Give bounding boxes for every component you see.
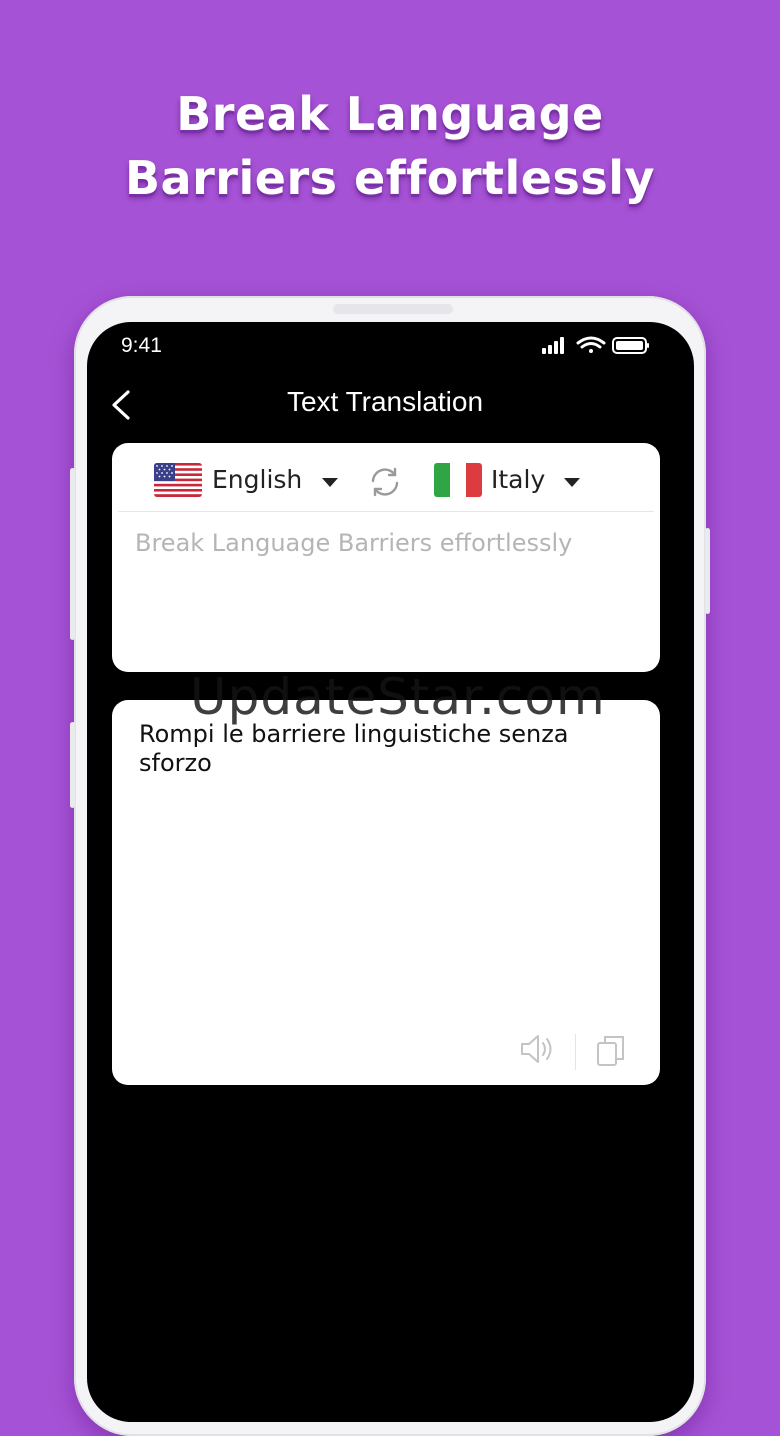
phone-speaker-slot	[333, 304, 453, 314]
source-language-label[interactable]: English	[212, 465, 302, 494]
language-selector-row: English Italy	[112, 443, 660, 513]
phone-side-button	[70, 722, 75, 808]
chevron-left-icon[interactable]	[108, 388, 136, 422]
page-title: Text Translation	[286, 386, 484, 417]
headline-line-1: Break Language	[176, 87, 604, 141]
copy-icon[interactable]	[596, 1034, 626, 1068]
status-time: 9:41	[121, 334, 162, 357]
translation-text: Rompi le barriere linguistiche senza sfo…	[139, 720, 569, 777]
translation-card: Rompi le barriere linguistiche senza sfo…	[112, 700, 660, 1085]
target-language-dropdown-icon[interactable]	[564, 478, 580, 487]
italy-flag-icon[interactable]	[434, 463, 482, 497]
status-icons	[542, 336, 649, 354]
source-text-input[interactable]: Break Language Barriers effortlessly	[135, 529, 572, 557]
action-divider	[575, 1034, 576, 1070]
signal-icon	[542, 337, 564, 354]
us-flag-icon[interactable]	[154, 463, 202, 497]
target-language-label[interactable]: Italy	[491, 465, 545, 494]
speaker-icon[interactable]	[518, 1030, 556, 1068]
divider	[118, 511, 654, 512]
watermark-text: UpdateStar.com	[190, 668, 606, 726]
source-card: English Italy Break Language Barriers ef…	[112, 443, 660, 672]
phone-power-button	[705, 528, 710, 614]
battery-icon	[612, 337, 649, 354]
source-language-dropdown-icon[interactable]	[322, 478, 338, 487]
wifi-icon	[576, 336, 606, 353]
swap-icon[interactable]	[368, 465, 402, 499]
headline-line-2: Barriers effortlessly	[125, 151, 655, 205]
phone-volume-button	[70, 468, 75, 640]
